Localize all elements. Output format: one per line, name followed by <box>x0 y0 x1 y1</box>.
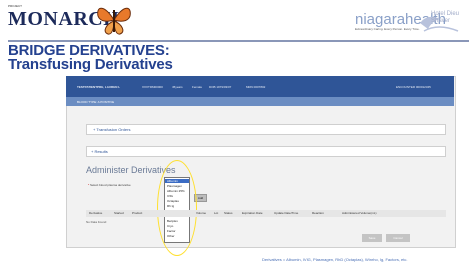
patient-banner: TESTPATIENTPRE, LAUREN L XXXTRM00000 45y… <box>66 76 454 97</box>
patient-field: Female <box>192 85 203 89</box>
transfusion-orders-toggle[interactable]: + Transfusion Orders <box>93 127 130 132</box>
column-header: Status <box>224 211 233 215</box>
cancel-button[interactable]: Cancel <box>386 234 410 242</box>
patient-field: DOB 1979/03/07 <box>209 85 232 89</box>
table-empty-message: No Data Found <box>86 220 107 224</box>
niagara-health-tagline: Extraordinary Caring. Every Person. Ever… <box>355 27 420 31</box>
transfusion-orders-section[interactable]: + Transfusion Orders <box>86 124 446 135</box>
slide-footer-note: Derivatives = Albumin, IVIG, Plasmagen, … <box>262 257 408 262</box>
column-header: Reaction <box>312 211 324 215</box>
slide-title-line2: Transfusing Derivatives <box>8 56 173 73</box>
column-header: Expiration Date <box>242 211 263 215</box>
column-header: Administered Volume(mL) <box>342 211 377 215</box>
slide-title: BRIDGE DERIVATIVES: Transfusing Derivati… <box>8 43 173 73</box>
results-section[interactable]: + Results <box>86 146 446 157</box>
column-header: Started <box>114 211 124 215</box>
derivatives-table-header: Derivative Started Product Volume Lot St… <box>86 210 446 217</box>
patient-field: XXXTRM00000 <box>142 85 163 89</box>
hotel-dieu-line2: Shaver <box>431 18 451 24</box>
column-header: Derivative <box>89 211 103 215</box>
results-toggle[interactable]: + Results <box>91 149 108 154</box>
patient-field: 45years <box>172 85 183 89</box>
column-header: Lot <box>214 211 219 215</box>
hotel-dieu-line1: Hotel Dieu <box>431 11 460 17</box>
blood-type-text: BLOOD TYPE: A POSITIVE <box>77 100 115 104</box>
highlight-ellipse <box>157 160 197 256</box>
column-header: Volume <box>196 211 207 215</box>
column-header: Product <box>132 211 143 215</box>
derivative-select-label: * Select blood plasma derivative <box>88 183 131 187</box>
blood-type-bar: BLOOD TYPE: A POSITIVE <box>66 97 454 106</box>
hotel-dieu-logo-text: Hotel Dieu Shaver <box>431 11 459 25</box>
patient-field: MRN 0007802 <box>246 85 266 89</box>
save-button[interactable]: Save <box>362 234 382 242</box>
patient-name: TESTPATIENTPRE, LAUREN L <box>77 85 121 89</box>
derivative-select-label-text: Select blood plasma derivative <box>90 183 131 187</box>
column-header: Update Date/Time <box>274 211 299 215</box>
encounter-number: ENCOUNTER 000012345 <box>396 85 431 89</box>
butterfly-icon <box>97 7 131 35</box>
